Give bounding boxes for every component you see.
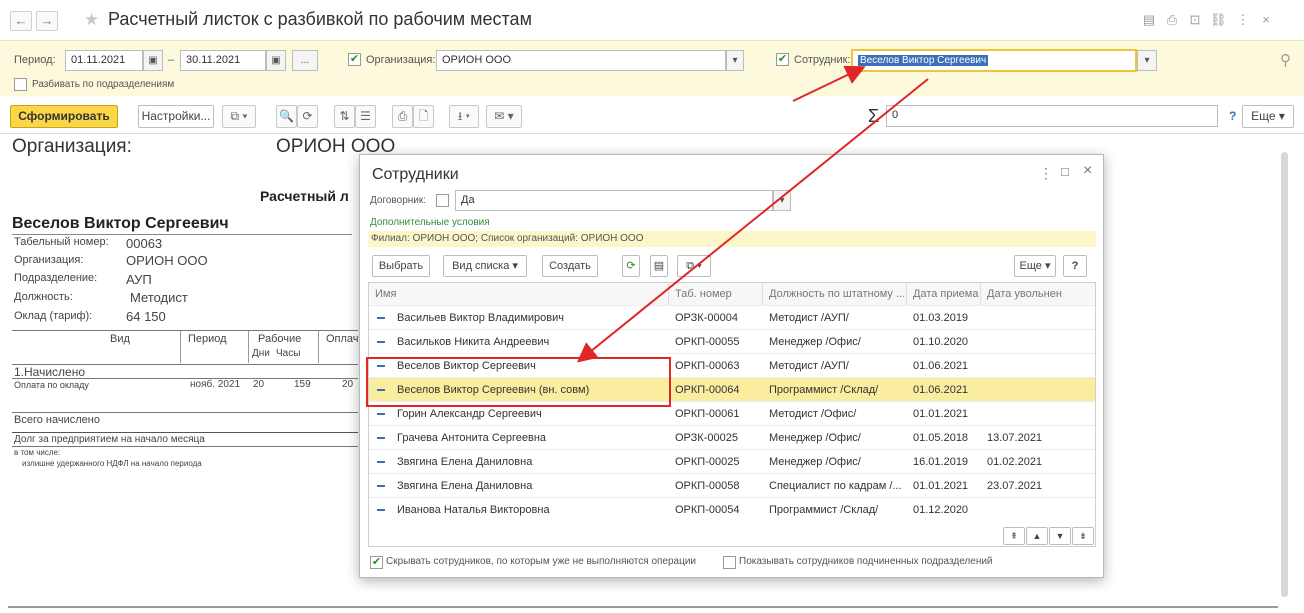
arrow-to-field bbox=[792, 65, 866, 102]
annotation-arrows bbox=[576, 65, 929, 363]
arrow-to-list bbox=[576, 78, 929, 363]
